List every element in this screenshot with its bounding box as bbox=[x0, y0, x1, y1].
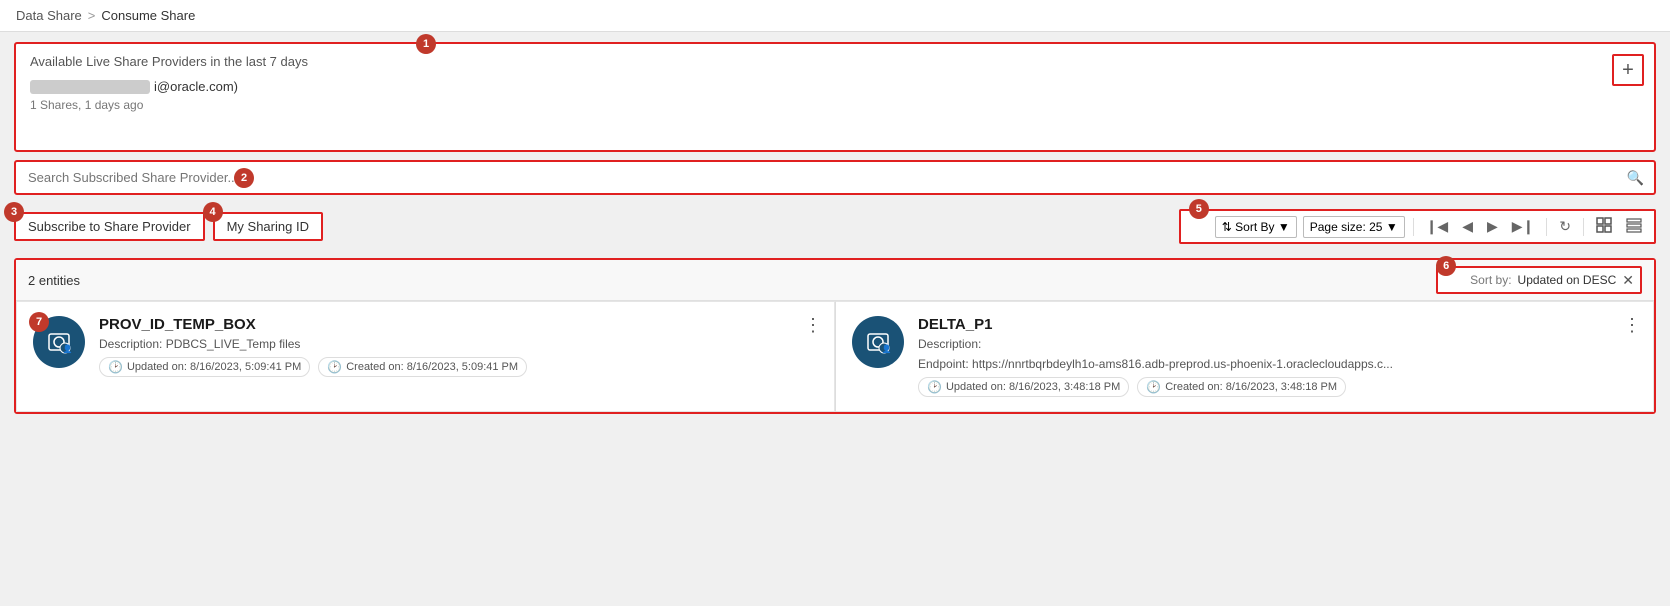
svg-text:👤: 👤 bbox=[63, 344, 73, 354]
sort-by-label: Sort By bbox=[1235, 220, 1274, 234]
my-sharing-id-button[interactable]: My Sharing ID bbox=[213, 212, 323, 241]
toolbar-divider-3 bbox=[1583, 218, 1584, 236]
search-input[interactable] bbox=[16, 162, 1654, 193]
provider-meta: 1 Shares, 1 days ago bbox=[30, 98, 1640, 112]
provider-row: i@oracle.com) bbox=[30, 79, 1640, 94]
sort-by-dropdown[interactable]: ⇅ Sort By ▼ bbox=[1215, 216, 1297, 238]
entity-card: 7 👤 PROV_ID_TEMP_BOX Description: PDBCS_… bbox=[16, 301, 835, 412]
sort-icon: ⇅ bbox=[1222, 220, 1232, 234]
page-size-chevron-icon: ▼ bbox=[1386, 220, 1398, 234]
badge-3: 3 bbox=[4, 202, 24, 222]
entity-card-2: 👤 DELTA_P1 Description: Endpoint: https:… bbox=[835, 301, 1654, 412]
entities-grid: 7 👤 PROV_ID_TEMP_BOX Description: PDBCS_… bbox=[16, 301, 1654, 412]
badge-6: 6 bbox=[1436, 256, 1456, 276]
entity-desc-2: Description: bbox=[918, 337, 1637, 351]
breadcrumb-current: Consume Share bbox=[101, 8, 195, 23]
entity-icon-2: 👤 bbox=[852, 316, 904, 368]
subscribe-btn-wrap: 3 Subscribe to Share Provider bbox=[14, 212, 205, 241]
badge-7: 7 bbox=[29, 312, 49, 332]
sort-by-badge: 6 Sort by: Updated on DESC ✕ bbox=[1436, 266, 1642, 294]
live-providers-section: 1 Available Live Share Providers in the … bbox=[14, 42, 1656, 152]
section-badge-1: 1 bbox=[416, 34, 436, 54]
clock-icon-1: 🕑 bbox=[108, 360, 123, 374]
clock-icon-2: 🕑 bbox=[327, 360, 342, 374]
search-bar-section: 2 🔍 bbox=[14, 160, 1656, 195]
toolbar-divider-2 bbox=[1546, 218, 1547, 236]
entity-icon-wrap-1: 7 👤 bbox=[33, 316, 85, 368]
entity-desc-1: Description: PDBCS_LIVE_Temp files bbox=[99, 337, 818, 351]
entity-meta-1: 🕑 Updated on: 8/16/2023, 5:09:41 PM 🕑 Cr… bbox=[99, 357, 818, 377]
entity-created-2: 🕑 Created on: 8/16/2023, 3:48:18 PM bbox=[1137, 377, 1346, 397]
entity-body-1: PROV_ID_TEMP_BOX Description: PDBCS_LIVE… bbox=[99, 316, 818, 377]
entity-menu-button-1[interactable]: ⋮ bbox=[804, 316, 822, 334]
entity-name-2: DELTA_P1 bbox=[918, 316, 1637, 333]
entity-updated-2: 🕑 Updated on: 8/16/2023, 3:48:18 PM bbox=[918, 377, 1129, 397]
entities-count: 2 entities bbox=[28, 273, 80, 288]
entity-meta-2: 🕑 Updated on: 8/16/2023, 3:48:18 PM 🕑 Cr… bbox=[918, 377, 1637, 397]
badge-4: 4 bbox=[203, 202, 223, 222]
svg-text:👤: 👤 bbox=[882, 344, 892, 354]
pagination-next-button[interactable]: ▶ bbox=[1483, 216, 1502, 237]
entity-updated-1: 🕑 Updated on: 8/16/2023, 5:09:41 PM bbox=[99, 357, 310, 377]
clock-icon-3: 🕑 bbox=[927, 380, 942, 394]
toolbar: 3 Subscribe to Share Provider 4 My Shari… bbox=[14, 203, 1656, 250]
provider-name-blurred bbox=[30, 80, 150, 94]
provider-email: i@oracle.com) bbox=[154, 79, 238, 94]
sharing-id-btn-wrap: 4 My Sharing ID bbox=[213, 212, 323, 241]
pagination-last-button[interactable]: ▶❙ bbox=[1508, 216, 1539, 237]
page-size-label: Page size: 25 bbox=[1310, 220, 1383, 234]
main-content: 1 Available Live Share Providers in the … bbox=[0, 32, 1670, 424]
refresh-button[interactable]: ↻ bbox=[1555, 216, 1575, 237]
entity-endpoint-2: Endpoint: https://nnrtbqrbdeylh1o-ams816… bbox=[918, 357, 1438, 371]
breadcrumb-separator: > bbox=[88, 8, 96, 23]
pagination-first-button[interactable]: ❙◀ bbox=[1422, 216, 1453, 237]
add-provider-button[interactable]: + bbox=[1612, 54, 1644, 86]
entities-header: 2 entities 6 Sort by: Updated on DESC ✕ bbox=[16, 260, 1654, 301]
list-view-button[interactable] bbox=[1622, 215, 1646, 238]
pagination-prev-button[interactable]: ◀ bbox=[1458, 216, 1477, 237]
sort-by-label-text: Sort by: bbox=[1470, 273, 1511, 287]
sort-by-close-icon[interactable]: ✕ bbox=[1622, 272, 1634, 289]
breadcrumb-parent[interactable]: Data Share bbox=[16, 8, 82, 23]
entity-created-1: 🕑 Created on: 8/16/2023, 5:09:41 PM bbox=[318, 357, 527, 377]
toolbar-divider-1 bbox=[1413, 218, 1414, 236]
entity-body-2: DELTA_P1 Description: Endpoint: https://… bbox=[918, 316, 1637, 397]
entities-section: 2 entities 6 Sort by: Updated on DESC ✕ … bbox=[14, 258, 1656, 414]
search-icon: 🔍 bbox=[1627, 169, 1644, 186]
sort-by-value: Updated on DESC bbox=[1518, 273, 1617, 287]
live-providers-title: Available Live Share Providers in the la… bbox=[30, 54, 1640, 69]
entity-menu-button-2[interactable]: ⋮ bbox=[1623, 316, 1641, 334]
breadcrumb: Data Share > Consume Share bbox=[0, 0, 1670, 32]
clock-icon-4: 🕑 bbox=[1146, 380, 1161, 394]
page-size-dropdown[interactable]: Page size: 25 ▼ bbox=[1303, 216, 1405, 238]
badge-5: 5 bbox=[1189, 199, 1209, 219]
search-badge-2: 2 bbox=[234, 168, 254, 188]
subscribe-to-share-provider-button[interactable]: Subscribe to Share Provider bbox=[14, 212, 205, 241]
entity-name-1: PROV_ID_TEMP_BOX bbox=[99, 316, 818, 333]
sort-chevron-icon: ▼ bbox=[1278, 220, 1290, 234]
card-view-button[interactable] bbox=[1592, 215, 1616, 238]
toolbar-right: 5 ⇅ Sort By ▼ Page size: 25 ▼ ❙◀ ◀ ▶ ▶❙ … bbox=[1179, 209, 1656, 244]
